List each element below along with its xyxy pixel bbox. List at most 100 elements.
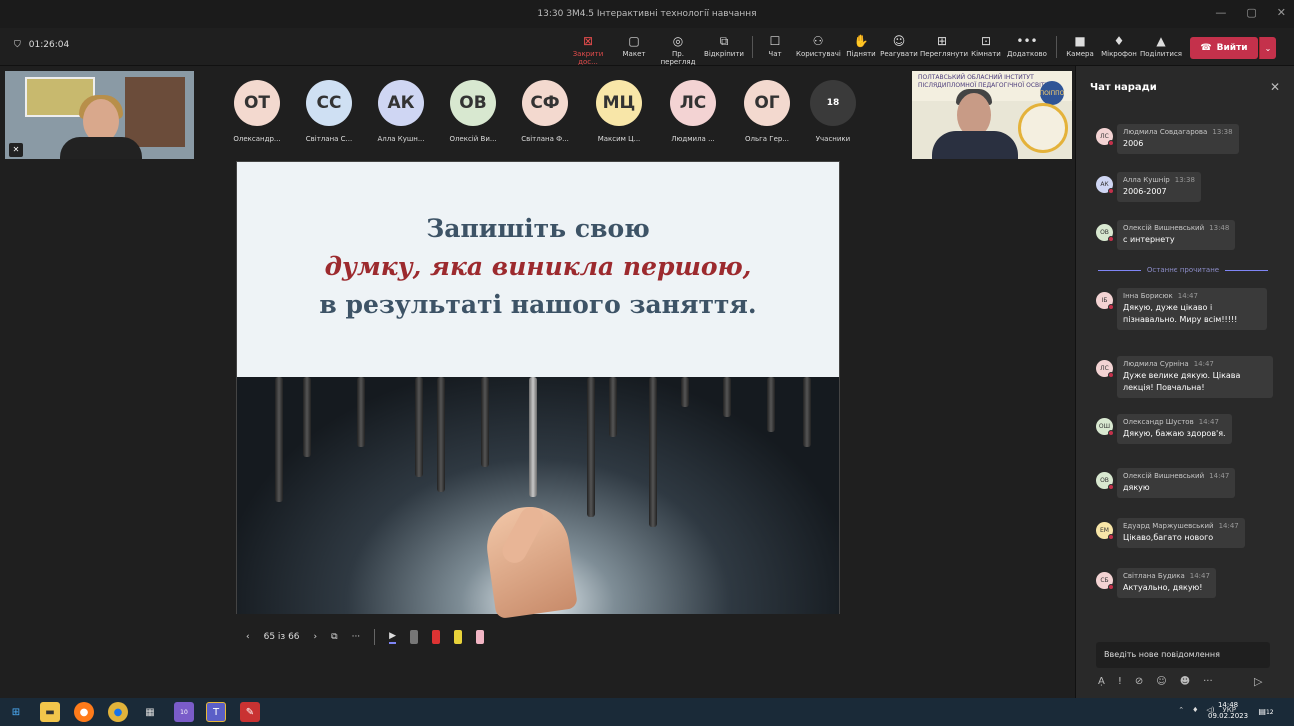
slide-more-button[interactable]: ··· — [352, 632, 361, 642]
attach-icon[interactable]: ⊘ — [1135, 676, 1143, 687]
participant-tile[interactable]: СС Світлана С... — [294, 80, 364, 143]
message-author: Людмила Сурніна — [1123, 360, 1189, 368]
key — [437, 377, 445, 492]
avatar: ЕМ — [1096, 522, 1114, 540]
message-author: Інна Борисюк — [1123, 292, 1173, 300]
layout-button[interactable]: ▢ Макет — [612, 34, 656, 58]
message-time: 13:38 — [1212, 128, 1233, 136]
chat-message: СБ Світлана Будика 14:47 Актуально, дякую! — [1096, 568, 1216, 598]
highlighter-tool[interactable] — [454, 630, 463, 644]
message-time: 14:47 — [1209, 472, 1230, 480]
maximize-button[interactable]: ▢ — [1246, 6, 1256, 19]
status-dot — [1108, 584, 1114, 590]
key — [767, 377, 775, 432]
loop-icon[interactable]: ☺ — [1156, 676, 1166, 687]
eraser-tool[interactable] — [476, 630, 485, 644]
teams-icon[interactable]: T — [206, 702, 226, 722]
react-button[interactable]: ☺ Реагувати — [877, 34, 921, 58]
participant-tile[interactable]: СФ Світлана Ф... — [510, 80, 580, 143]
pdf-reader-icon[interactable]: ✎ — [240, 702, 260, 722]
chevron-up-icon[interactable]: ⌃ — [1178, 706, 1184, 714]
leave-options-button[interactable]: ⌄ — [1259, 37, 1276, 59]
self-video[interactable]: ✕ — [5, 71, 194, 159]
message-meta: Людмила Совдагарова 13:38 — [1123, 128, 1233, 136]
more-button[interactable]: ••• Додатково — [1005, 34, 1049, 58]
silver-key — [529, 377, 537, 497]
participant-tile[interactable]: ОГ Ольга Гер... — [732, 80, 802, 143]
prev-slide-button[interactable]: ‹ — [246, 632, 250, 642]
preview-button[interactable]: ◎ Пр. перегляд — [656, 34, 700, 66]
message-bubble[interactable]: Едуард Маржушевський 14:47 Цікаво,багато н… — [1117, 518, 1245, 548]
chat-message-input[interactable]: Введіть нове повідомлення — [1096, 642, 1270, 668]
next-slide-button[interactable]: › — [314, 632, 318, 642]
chat-panel: Чат наради ✕ ЛС Людмила Совдагарова 13:38 2… — [1075, 66, 1294, 698]
message-bubble[interactable]: Олександр Шустов 14:47 Дякую, бажаю здоров… — [1117, 414, 1232, 444]
pen-red-tool[interactable] — [432, 630, 441, 644]
view-button[interactable]: ⊞ Переглянути — [920, 34, 968, 58]
keys-photo — [237, 377, 839, 620]
participant-tile[interactable]: ОТ Олександр... — [222, 80, 292, 143]
start-icon[interactable]: ⊞ — [6, 702, 26, 722]
tray-mic-icon[interactable]: ♦ — [1192, 706, 1198, 714]
key — [275, 377, 283, 502]
close-window-button[interactable]: ✕ — [1277, 6, 1286, 19]
firefox-icon[interactable]: ● — [74, 702, 94, 722]
people-button[interactable]: ⚇ Користувачі — [796, 34, 841, 58]
message-bubble[interactable]: Людмила Сурніна 14:47 Дуже велике дякую. Ц… — [1117, 356, 1273, 398]
notifications-icon[interactable]: ▤12 — [1255, 703, 1277, 721]
slide-line-2: думку, яка виникла першою, — [324, 252, 752, 281]
message-author: Олексій Вишневський — [1123, 224, 1205, 232]
grid-icon: ⊞ — [936, 34, 948, 48]
speaker-video[interactable]: ПОЛТАВСЬКИЙ ОБЛАСНИЙ ІНСТИТУТ ПІСЛЯДИПЛО… — [912, 71, 1072, 159]
minimize-button[interactable]: — — [1215, 6, 1226, 19]
message-bubble[interactable]: Алла Кушнір 13:38 2006-2007 — [1117, 172, 1201, 202]
priority-icon[interactable]: ! — [1118, 676, 1122, 687]
file-explorer-icon[interactable]: ▬ — [40, 702, 60, 722]
avatar: СФ — [522, 80, 568, 126]
chevron-down-icon: ⌄ — [1264, 43, 1272, 53]
chat-message: ОВ Олексій Вишневський 13:48 с интернету — [1096, 220, 1236, 250]
message-bubble[interactable]: Інна Борисюк 14:47 Дякую, дуже цікаво і пі… — [1117, 288, 1267, 330]
chat-button[interactable]: ☐ Чат — [753, 34, 797, 58]
close-chat-button[interactable]: ✕ — [1270, 80, 1280, 94]
leave-button[interactable]: ☎ Вийти — [1190, 37, 1258, 59]
avatar: ЛС — [1096, 360, 1114, 378]
avatar: ІБ — [1096, 292, 1114, 310]
message-text: 2006-2007 — [1123, 187, 1167, 196]
microphone-button[interactable]: ♦ Мікрофон — [1097, 34, 1141, 58]
viber-icon[interactable]: 10 — [174, 702, 194, 722]
emoji-icon[interactable]: ☻ — [1180, 676, 1190, 687]
chat-icon: ☐ — [769, 34, 781, 48]
slide-grid-button[interactable]: ⧉ — [331, 632, 337, 642]
slide-line-1: Запишіть свою — [426, 214, 650, 243]
pen-gray-tool[interactable] — [410, 630, 419, 644]
message-text: дякую — [1123, 483, 1150, 492]
participant-tile[interactable]: ЛС Людмила ... — [658, 80, 728, 143]
format-icon[interactable]: Ạ — [1098, 676, 1105, 687]
participant-tile[interactable]: МЦ Максим Ц... — [584, 80, 654, 143]
rooms-button[interactable]: ⊡ Кімнати — [964, 34, 1008, 58]
message-bubble[interactable]: Світлана Будика 14:47 Актуально, дякую! — [1117, 568, 1216, 598]
avatar-initials: АК — [1100, 181, 1109, 188]
message-bubble[interactable]: Людмила Совдагарова 13:38 2006 — [1117, 124, 1239, 154]
controls-divider — [374, 629, 376, 645]
participant-name: Ольга Гер... — [745, 135, 789, 143]
avatar-initials: ІБ — [1101, 297, 1108, 304]
calculator-icon[interactable]: ▦ — [140, 702, 160, 722]
message-bubble[interactable]: Олексій Вишневський 14:47 дякую — [1117, 468, 1236, 498]
share-button[interactable]: ▲ Поділитися — [1139, 34, 1183, 58]
message-author: Алла Кушнір — [1123, 176, 1170, 184]
send-icon[interactable]: ▷ — [1254, 675, 1262, 688]
clock[interactable]: 14:48 09.02.2023 — [1208, 700, 1248, 722]
participant-tile[interactable]: АК Алла Кушн... — [366, 80, 436, 143]
status-dot — [1108, 188, 1114, 194]
stop-sharing-button[interactable]: ⊠ Закрити дос... — [566, 34, 610, 66]
message-bubble[interactable]: Олексій Вишневський 13:48 с интернету — [1117, 220, 1236, 250]
more-options-icon[interactable]: ··· — [1203, 676, 1213, 687]
pointer-tool-button[interactable]: ▶ — [389, 631, 397, 644]
camera-button[interactable]: ■ Камера — [1058, 34, 1102, 58]
chrome-icon[interactable]: ● — [108, 702, 128, 722]
participant-tile[interactable]: 18 Учасники — [798, 80, 868, 143]
participant-tile[interactable]: ОВ Олексій Ви... — [438, 80, 508, 143]
pop-out-button[interactable]: ⧉ Відкріпити — [702, 34, 746, 58]
